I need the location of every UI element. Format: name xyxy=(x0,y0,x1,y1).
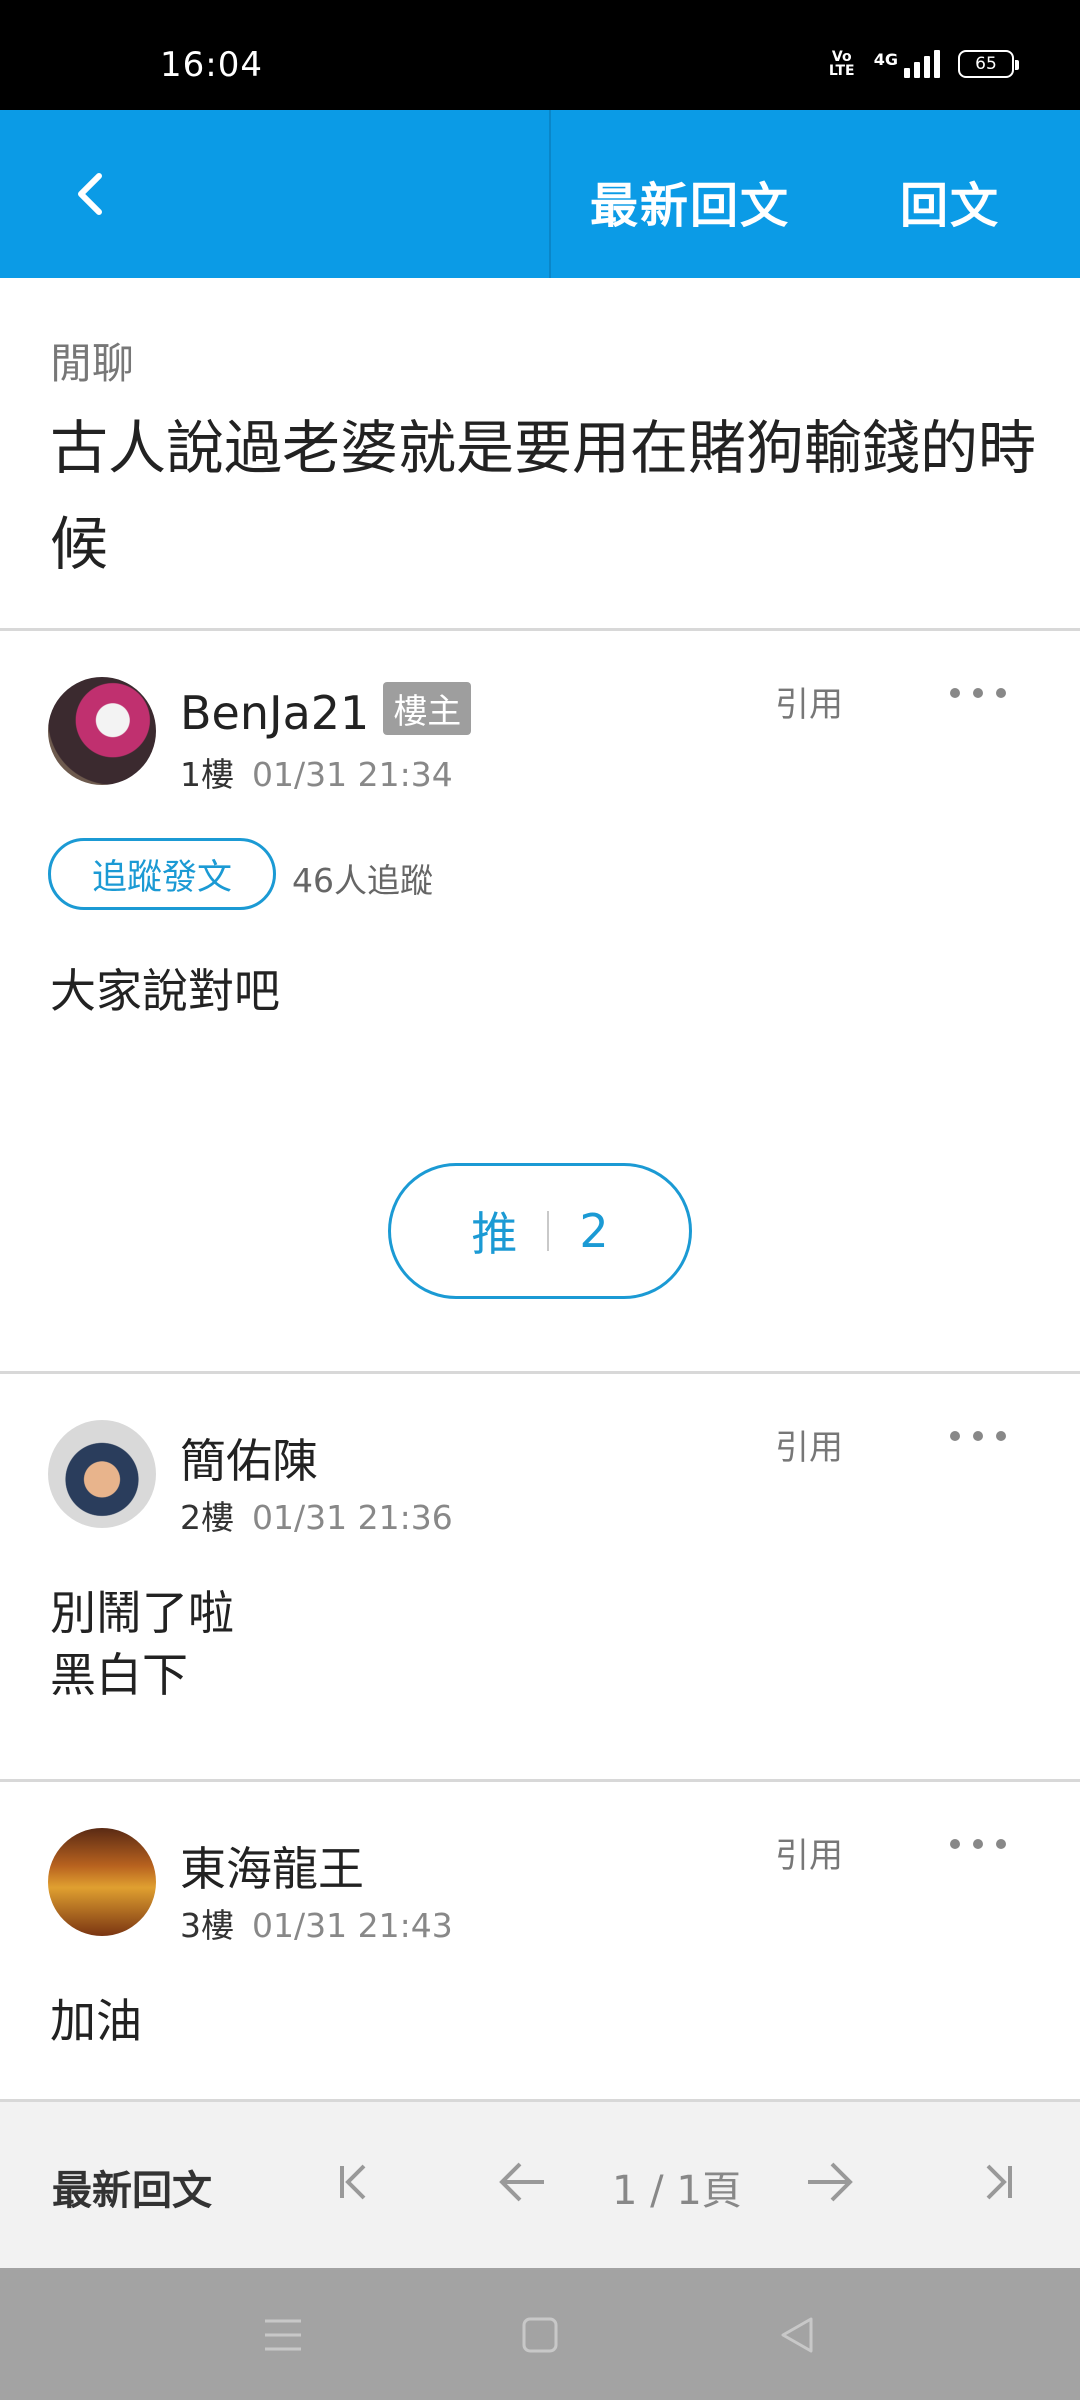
reply-button[interactable]: 回文 xyxy=(900,166,1000,236)
post-meta: 2樓 01/31 21:36 xyxy=(180,1491,453,1539)
follow-post-button[interactable]: 追蹤發文 xyxy=(48,838,276,910)
post-meta: 1樓 01/31 21:34 xyxy=(180,748,453,796)
post-author[interactable]: BenJa21 樓主 xyxy=(180,682,472,740)
first-page-icon[interactable] xyxy=(326,2152,386,2212)
status-time: 16:04 xyxy=(160,45,263,85)
app-bar-divider xyxy=(549,110,551,278)
post-time: 01/31 21:43 xyxy=(252,1906,453,1945)
prev-arrow-icon[interactable] xyxy=(492,2152,552,2212)
next-arrow-icon[interactable] xyxy=(800,2152,860,2212)
post-body: 加油 xyxy=(50,1994,142,2048)
push-label: 推 xyxy=(471,1207,518,1261)
app-bar: 最新回文 回文 xyxy=(0,110,1080,278)
pager-bar: 最新回文 1 / 1頁 xyxy=(0,2102,1080,2268)
post-time: 01/31 21:34 xyxy=(252,755,453,794)
post-body-line: 黑白下 xyxy=(50,1648,188,1702)
divider xyxy=(0,1779,1080,1782)
push-separator xyxy=(547,1211,550,1251)
battery-level: 65 xyxy=(975,54,997,74)
page-indicator: 1 / 1頁 xyxy=(612,2168,742,2214)
back-button[interactable] xyxy=(50,154,130,234)
more-options-button[interactable] xyxy=(950,1421,1006,1451)
latest-replies-button[interactable]: 最新回文 xyxy=(590,166,790,236)
avatar[interactable] xyxy=(48,677,156,785)
divider xyxy=(0,1371,1080,1374)
post-meta: 3樓 01/31 21:43 xyxy=(180,1899,453,1947)
post-body: 別鬧了啦 黑白下 xyxy=(50,1582,234,1706)
more-options-button[interactable] xyxy=(950,678,1006,708)
follow-count: 46人追蹤 xyxy=(292,861,433,900)
home-icon[interactable] xyxy=(515,2310,565,2360)
back-triangle-icon[interactable] xyxy=(772,2310,822,2360)
more-options-button[interactable] xyxy=(950,1829,1006,1859)
post-time: 01/31 21:36 xyxy=(252,1498,453,1537)
post-author[interactable]: 東海龍王 xyxy=(180,1833,364,1899)
post-body: 大家說對吧 xyxy=(50,964,280,1018)
post-floor: 2樓 xyxy=(180,1498,234,1537)
signal-icon: 4G xyxy=(874,50,940,78)
system-nav-bar xyxy=(0,2268,1080,2400)
op-badge: 樓主 xyxy=(383,682,472,735)
status-icons: Vo LTE 4G 65 xyxy=(828,49,1019,79)
divider xyxy=(0,628,1080,631)
menu-icon[interactable] xyxy=(258,2310,308,2360)
quote-button[interactable]: 引用 xyxy=(775,1828,843,1877)
quote-button[interactable]: 引用 xyxy=(775,677,843,726)
avatar[interactable] xyxy=(48,1828,156,1936)
push-count: 2 xyxy=(579,1204,609,1258)
quote-button[interactable]: 引用 xyxy=(775,1420,843,1469)
last-page-icon[interactable] xyxy=(966,2152,1026,2212)
post-floor: 3樓 xyxy=(180,1906,234,1945)
status-bar: 16:04 Vo LTE 4G 65 xyxy=(0,0,1080,110)
avatar[interactable] xyxy=(48,1420,156,1528)
push-button[interactable]: 推 2 xyxy=(388,1163,692,1299)
thread-title: 古人說過老婆就是要用在賭狗輸錢的時候 xyxy=(50,414,1037,578)
battery-icon: 65 xyxy=(958,50,1019,78)
thread-category[interactable]: 閒聊 xyxy=(50,330,134,391)
post-author[interactable]: 簡佑陳 xyxy=(180,1425,318,1491)
volte-indicator: Vo LTE xyxy=(828,49,855,79)
post-body-line: 別鬧了啦 xyxy=(50,1586,234,1640)
chevron-left-icon xyxy=(78,173,102,215)
post-floor: 1樓 xyxy=(180,755,234,794)
pager-latest-label[interactable]: 最新回文 xyxy=(52,2158,212,2216)
